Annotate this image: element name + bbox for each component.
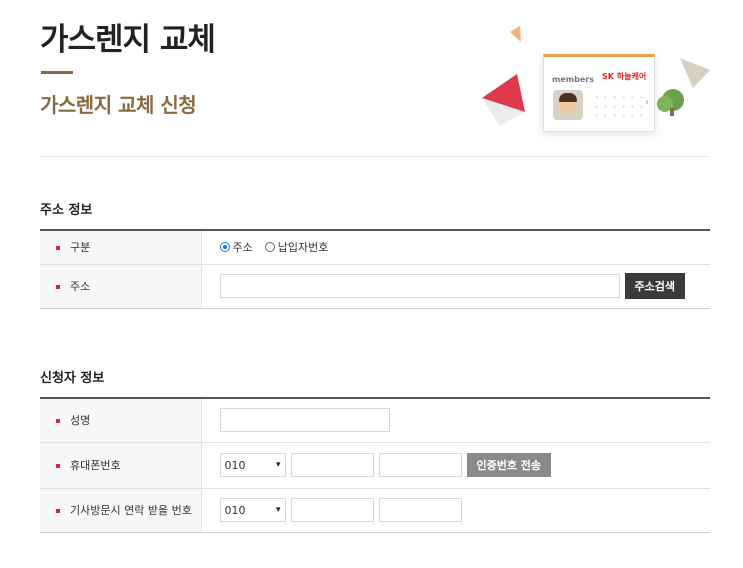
visit-phone-label: 기사방문시 연락 받을 번호 (70, 504, 192, 517)
radio-label: 납입자번호 (277, 241, 329, 255)
row-label: 휴대폰번호 (40, 442, 202, 489)
card-label: members (552, 75, 594, 84)
radio-unchecked-icon[interactable] (264, 242, 275, 253)
card-brand: SK 하늘케어 (602, 72, 647, 81)
bullet-icon (56, 246, 60, 251)
address-type-radio-group: 주소 납입자번호 (219, 239, 711, 255)
address-search-button[interactable]: 주소검색 (624, 273, 685, 299)
visit-phone-middle-input[interactable] (290, 498, 374, 522)
table-row: 구분 주소 납입자번호 (40, 230, 711, 265)
bullet-icon (56, 419, 60, 424)
visit-phone-prefix-value: 010 (224, 503, 246, 517)
phone-label: 휴대폰번호 (70, 459, 121, 472)
phone-last-input[interactable] (378, 453, 462, 477)
chevron-right-icon: › (645, 97, 649, 108)
applicant-form-table: 성명 휴대폰번호 010 ▾ 인증번호 전송 기사방문시 연락 받을 번호 01… (40, 397, 710, 533)
chevron-down-icon: ▾ (275, 460, 281, 470)
row-label: 성명 (40, 398, 202, 443)
visit-phone-last-input[interactable] (378, 498, 462, 522)
header-illustration: members SK 하늘케어 › (455, 18, 715, 148)
avatar (553, 90, 583, 120)
name-input[interactable] (219, 408, 390, 433)
bullet-icon (56, 464, 60, 468)
row-label: 기사방문시 연락 받을 번호 (40, 488, 202, 532)
table-row: 기사방문시 연락 받을 번호 010 ▾ (40, 488, 710, 532)
type-label: 구분 (70, 241, 91, 255)
phone-middle-input[interactable] (290, 453, 374, 477)
row-label: 주소 (40, 264, 202, 308)
table-row: 주소 주소검색 (40, 264, 710, 308)
radio-option-address[interactable]: 주소 (219, 239, 253, 255)
row-label: 구분 (40, 230, 202, 265)
address-label: 주소 (70, 280, 91, 293)
phone-prefix-select[interactable]: 010 ▾ (219, 453, 286, 477)
radio-option-payer-number[interactable]: 납입자번호 (264, 239, 329, 255)
table-row: 휴대폰번호 010 ▾ 인증번호 전송 (40, 442, 710, 489)
send-verification-button[interactable]: 인증번호 전송 (466, 453, 552, 477)
applicant-section-title: 신청자 정보 (40, 371, 105, 386)
address-section-title: 주소 정보 (40, 203, 93, 218)
phone-prefix-value: 010 (224, 458, 246, 472)
visit-phone-prefix-select[interactable]: 010 ▾ (219, 498, 286, 522)
card-pattern (592, 93, 644, 123)
page-title: 가스렌지 교체 (40, 22, 216, 58)
membership-card-image: members SK 하늘케어 › (543, 54, 655, 132)
address-input[interactable] (219, 274, 620, 298)
bullet-icon (56, 509, 60, 513)
bullet-icon (56, 285, 60, 289)
address-form-table: 구분 주소 납입자번호 주소 주소검색 (40, 229, 710, 309)
name-label: 성명 (70, 414, 91, 428)
table-row: 성명 (40, 398, 710, 443)
title-underline (41, 71, 73, 74)
radio-checked-icon[interactable] (219, 242, 230, 253)
header-divider (40, 156, 710, 157)
chevron-down-icon: ▾ (275, 505, 281, 515)
radio-label: 주소 (232, 241, 253, 255)
page-subtitle: 가스렌지 교체 신청 (40, 93, 197, 117)
